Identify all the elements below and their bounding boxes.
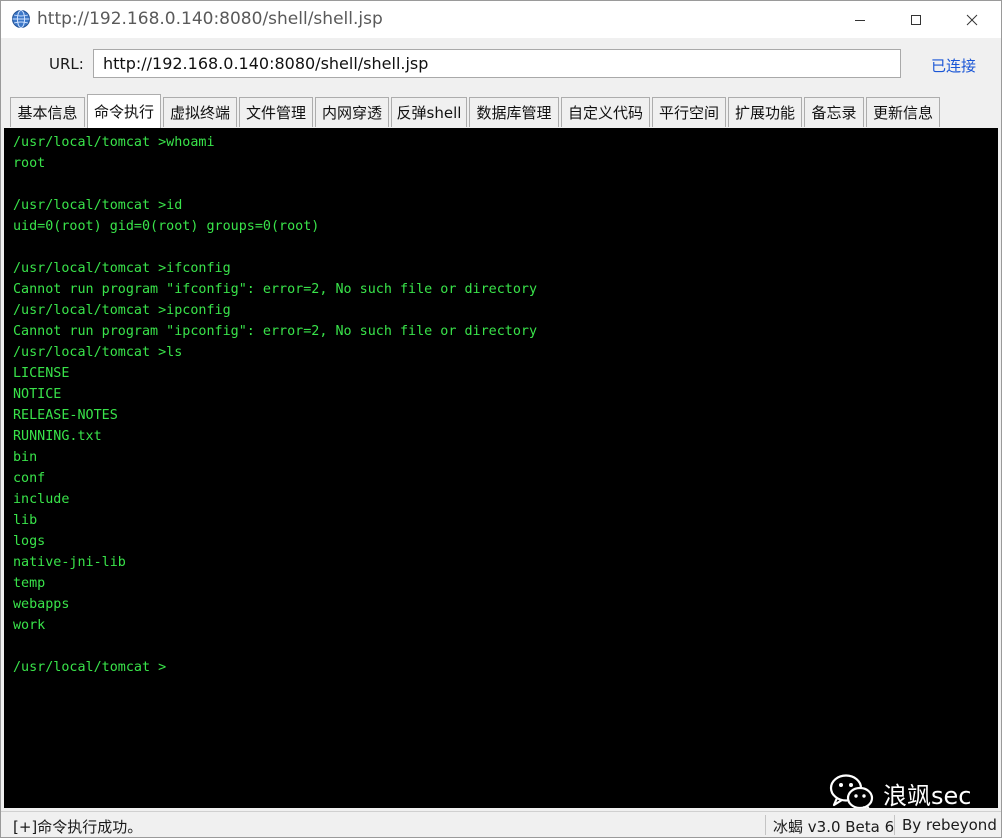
url-label: URL:	[49, 55, 84, 73]
wechat-icon	[829, 774, 874, 808]
author-label: By rebeyond	[902, 816, 997, 834]
connection-status: 已连接	[931, 57, 977, 75]
close-button[interactable]	[949, 1, 995, 38]
terminal-line: RELEASE-NOTES	[13, 408, 118, 423]
minimize-icon	[855, 19, 865, 21]
tab-database-manager[interactable]: 数据库管理	[469, 97, 559, 127]
terminal-line: /usr/local/tomcat >id	[13, 198, 183, 213]
status-message: [+]命令执行成功。	[13, 818, 143, 836]
terminal-line: RUNNING.txt	[13, 429, 102, 444]
terminal-line: conf	[13, 471, 46, 486]
tab-intranet-tunnel[interactable]: 内网穿透	[315, 97, 389, 127]
minimize-button[interactable]	[837, 1, 883, 38]
close-icon	[966, 14, 978, 25]
tab-parallel-space[interactable]: 平行空间	[652, 97, 726, 127]
tab-bar: 基本信息 命令执行 虚拟终端 文件管理 内网穿透 反弹shell 数据库管理 自…	[1, 92, 1001, 128]
url-bar: URL: http://192.168.0.140:8080/shell/she…	[1, 38, 1001, 92]
terminal-lines: /usr/local/tomcat >whoami root /usr/loca…	[13, 132, 537, 678]
terminal-line: include	[13, 492, 70, 507]
terminal-line: native-jni-lib	[13, 555, 126, 570]
terminal-line: /usr/local/tomcat >ifconfig	[13, 261, 231, 276]
terminal-line: work	[13, 618, 46, 633]
tab-reverse-shell[interactable]: 反弹shell	[391, 97, 467, 127]
tab-command-exec[interactable]: 命令执行	[87, 94, 161, 128]
status-bar: [+]命令执行成功。 冰蝎 v3.0 Beta 6 By rebeyond	[1, 811, 1001, 837]
url-input[interactable]: http://192.168.0.140:8080/shell/shell.js…	[93, 49, 901, 78]
tab-virtual-terminal[interactable]: 虚拟终端	[163, 97, 237, 127]
status-divider	[765, 815, 766, 835]
terminal-line: NOTICE	[13, 387, 62, 402]
terminal-line: Cannot run program "ifconfig": error=2, …	[13, 282, 538, 297]
globe-icon	[12, 10, 30, 28]
tab-custom-code[interactable]: 自定义代码	[561, 97, 650, 127]
terminal-line: LICENSE	[13, 366, 70, 381]
tab-basic-info[interactable]: 基本信息	[10, 97, 85, 127]
maximize-button[interactable]	[893, 1, 939, 38]
tab-memo[interactable]: 备忘录	[804, 97, 864, 127]
terminal-line: root	[13, 156, 46, 171]
window-title: http://192.168.0.140:8080/shell/shell.js…	[37, 9, 383, 29]
terminal-line: /usr/local/tomcat >ls	[13, 345, 183, 360]
tab-file-manager[interactable]: 文件管理	[239, 97, 313, 127]
terminal-line: lib	[13, 513, 38, 528]
terminal-line: webapps	[13, 597, 70, 612]
terminal-line: /usr/local/tomcat >	[13, 660, 167, 675]
terminal-line: Cannot run program "ipconfig": error=2, …	[13, 324, 538, 339]
terminal-line: bin	[13, 450, 38, 465]
command-output-terminal[interactable]: /usr/local/tomcat >whoami root /usr/loca…	[4, 128, 998, 808]
tab-update-info[interactable]: 更新信息	[866, 97, 940, 127]
terminal-line: /usr/local/tomcat >whoami	[13, 135, 215, 150]
version-label: 冰蝎 v3.0 Beta 6	[773, 818, 895, 836]
app-window: http://192.168.0.140:8080/shell/shell.js…	[0, 0, 1002, 838]
watermark-text: 浪飒sec	[883, 781, 972, 809]
terminal-line: /usr/local/tomcat >ipconfig	[13, 303, 231, 318]
maximize-icon	[911, 14, 921, 25]
terminal-line: uid=0(root) gid=0(root) groups=0(root)	[13, 219, 320, 234]
terminal-line: temp	[13, 576, 46, 591]
terminal-line: logs	[13, 534, 46, 549]
title-bar: http://192.168.0.140:8080/shell/shell.js…	[1, 1, 1001, 38]
tab-extensions[interactable]: 扩展功能	[728, 97, 802, 127]
watermark: 浪飒sec	[829, 773, 971, 808]
status-divider	[894, 815, 895, 835]
